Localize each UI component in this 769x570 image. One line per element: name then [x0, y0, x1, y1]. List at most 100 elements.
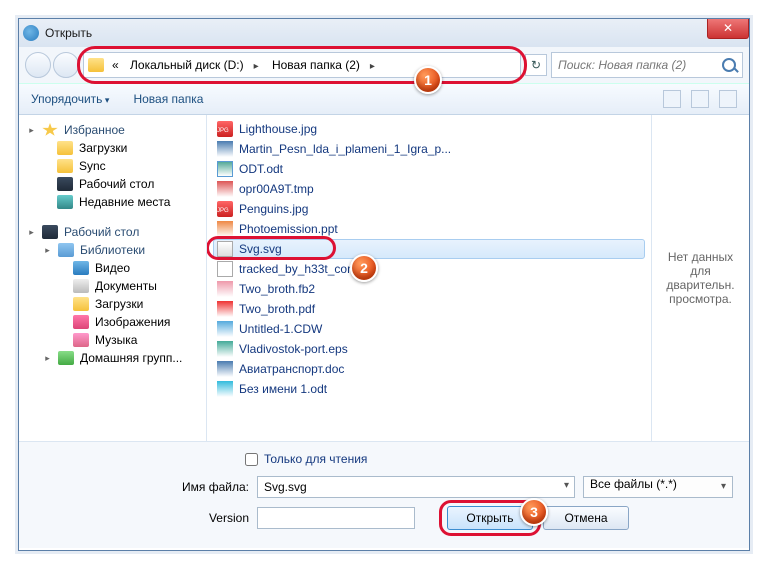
desktop-icon: [57, 177, 73, 191]
search-icon: [722, 58, 736, 72]
file-item[interactable]: tracked_by_h33t_com.txt: [207, 259, 651, 279]
star-icon: [42, 123, 58, 137]
file-item[interactable]: Two_broth.fb2: [207, 279, 651, 299]
filename-input[interactable]: [257, 476, 575, 498]
file-item[interactable]: Penguins.jpg: [207, 199, 651, 219]
documents-icon: [73, 279, 89, 293]
txt-file-icon: [217, 261, 233, 277]
refresh-button[interactable]: ↻: [525, 54, 547, 76]
toolbar: Упорядочить Новая папка: [19, 83, 749, 115]
sidebar-item-music[interactable]: Музыка: [23, 331, 202, 349]
library-icon: [58, 243, 74, 257]
readonly-label: Только для чтения: [264, 452, 367, 466]
file-item[interactable]: Vladivostok-port.eps: [207, 339, 651, 359]
sidebar-favorites-header[interactable]: ▸Избранное: [23, 121, 202, 139]
eps-file-icon: [217, 341, 233, 357]
window-title: Открыть: [45, 26, 92, 40]
fb2-file-icon: [217, 281, 233, 297]
organize-menu[interactable]: Упорядочить: [31, 92, 109, 106]
video-icon: [73, 261, 89, 275]
file-list[interactable]: Lighthouse.jpg Martin_Pesn_lda_i_plameni_…: [207, 115, 651, 441]
sidebar-item-downloads[interactable]: Загрузки: [23, 139, 202, 157]
file-name: opr00A9T.tmp: [239, 182, 314, 196]
file-name: Lighthouse.jpg: [239, 122, 317, 136]
docx-file-icon: [217, 361, 233, 377]
file-name: Untitled-1.CDW: [239, 322, 322, 336]
new-folder-button[interactable]: Новая папка: [133, 92, 203, 106]
music-icon: [73, 333, 89, 347]
help-button[interactable]: [719, 90, 737, 108]
svg-file-icon: [217, 241, 233, 257]
preview-pane-button[interactable]: [691, 90, 709, 108]
file-name: Vladivostok-port.eps: [239, 342, 348, 356]
file-item[interactable]: ODT.odt: [207, 159, 651, 179]
filename-label: Имя файла:: [35, 480, 249, 494]
file-name: Penguins.jpg: [239, 202, 308, 216]
homegroup-icon: [58, 351, 74, 365]
file-name: Photoemission.ppt: [239, 222, 338, 236]
folder-icon: [73, 297, 89, 311]
file-item[interactable]: Photoemission.ppt: [207, 219, 651, 239]
file-name: Martin_Pesn_lda_i_plameni_1_Igra_p...: [239, 142, 451, 156]
filetype-filter[interactable]: Все файлы (*.*): [583, 476, 733, 498]
folder-icon: [57, 159, 73, 173]
file-item[interactable]: Без имени 1.odt: [207, 379, 651, 399]
nav-back-button[interactable]: [25, 52, 51, 78]
file-item[interactable]: Untitled-1.CDW: [207, 319, 651, 339]
sidebar-item-downloads-lib[interactable]: Загрузки: [23, 295, 202, 313]
sidebar-item-recent[interactable]: Недавние места: [23, 193, 202, 211]
sidebar-item-homegroup[interactable]: ▸Домашняя групп...: [23, 349, 202, 367]
cancel-button[interactable]: Отмена: [543, 506, 629, 530]
desktop-icon: [42, 225, 58, 239]
breadcrumb-segment[interactable]: Локальный диск (D:): [126, 58, 248, 72]
readonly-checkbox[interactable]: [245, 453, 258, 466]
open-button[interactable]: Открыть: [447, 506, 533, 530]
file-item[interactable]: Svg.svg: [213, 239, 645, 259]
sidebar-item-documents[interactable]: Документы: [23, 277, 202, 295]
titlebar: Открыть ✕: [19, 19, 749, 47]
jpg-file-icon: [217, 201, 233, 217]
file-name: Авиатранспорт.doc: [239, 362, 344, 376]
folder-icon: [57, 141, 73, 155]
images-icon: [73, 315, 89, 329]
cdw-file-icon: [217, 321, 233, 337]
file-name: tracked_by_h33t_com.txt: [239, 262, 373, 276]
version-label: Version: [35, 511, 249, 525]
address-bar[interactable]: « Локальный диск (D:) Новая папка (2): [83, 52, 521, 78]
search-input[interactable]: Поиск: Новая папка (2): [551, 52, 743, 78]
version-select[interactable]: [257, 507, 415, 529]
recent-icon: [57, 195, 73, 209]
app-icon: [23, 25, 39, 41]
doc-file-icon: [217, 161, 233, 177]
file-name: Two_broth.fb2: [239, 282, 315, 296]
sidebar-desktop-header[interactable]: ▸Рабочий стол: [23, 223, 202, 241]
jpg-file-icon: [217, 121, 233, 137]
sidebar-item-video[interactable]: Видео: [23, 259, 202, 277]
sidebar-item-images[interactable]: Изображения: [23, 313, 202, 331]
breadcrumb-segment[interactable]: Новая папка (2): [268, 58, 364, 72]
file-item[interactable]: Lighthouse.jpg: [207, 119, 651, 139]
file-item[interactable]: Two_broth.pdf: [207, 299, 651, 319]
file-name: ODT.odt: [239, 162, 283, 176]
breadcrumb[interactable]: « Локальный диск (D:) Новая папка (2): [108, 58, 381, 72]
odt-file-icon: [217, 381, 233, 397]
file-item[interactable]: Авиатранспорт.doc: [207, 359, 651, 379]
nav-forward-button[interactable]: [53, 52, 79, 78]
sidebar-libraries-header[interactable]: ▸Библиотеки: [23, 241, 202, 259]
view-options-button[interactable]: [663, 90, 681, 108]
file-item[interactable]: Martin_Pesn_lda_i_plameni_1_Igra_p...: [207, 139, 651, 159]
navigation-bar: « Локальный диск (D:) Новая папка (2) ↻ …: [19, 47, 749, 83]
ppt-file-icon: [217, 221, 233, 237]
preview-pane: Нет данных для дварительн. просмотра.: [651, 115, 749, 441]
file-name: Two_broth.pdf: [239, 302, 315, 316]
preview-message: Нет данных для дварительн. просмотра.: [660, 250, 741, 306]
pdf-file-icon: [217, 301, 233, 317]
file-item[interactable]: opr00A9T.tmp: [207, 179, 651, 199]
close-button[interactable]: ✕: [707, 19, 749, 39]
sidebar: ▸Избранное Загрузки Sync Рабочий стол Не…: [19, 115, 207, 441]
dialog-footer: Только для чтения Имя файла: Все файлы (…: [19, 441, 749, 548]
file-name: Svg.svg: [239, 242, 282, 256]
sidebar-item-desktop[interactable]: Рабочий стол: [23, 175, 202, 193]
search-placeholder: Поиск: Новая папка (2): [558, 58, 686, 72]
sidebar-item-sync[interactable]: Sync: [23, 157, 202, 175]
